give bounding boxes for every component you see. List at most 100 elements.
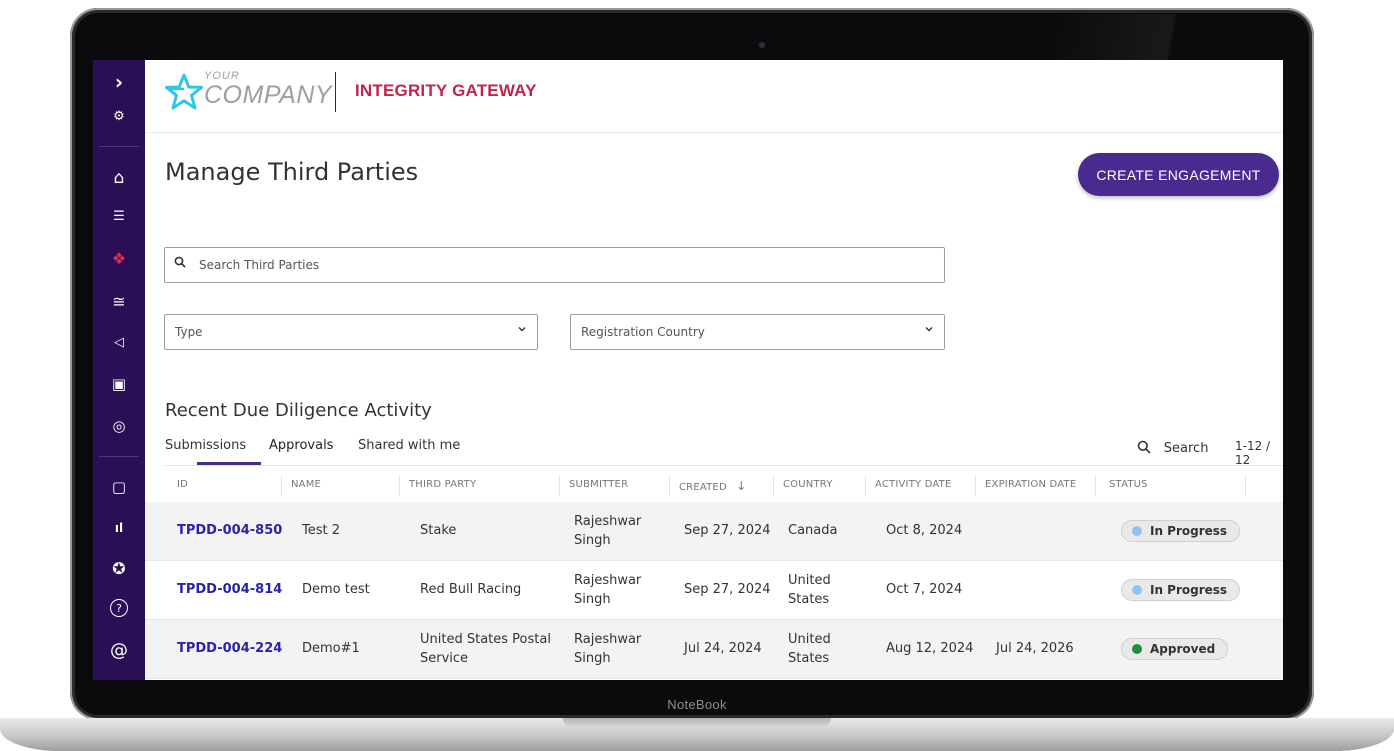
third-party-line-1: United States Postal — [420, 632, 551, 647]
row-created: Sep 27, 2024 — [684, 523, 771, 538]
column-submitter[interactable]: SUBMITTER — [569, 479, 628, 490]
top-bar: YOUR COMPANY INTEGRITY GATEWAY — [145, 60, 1283, 133]
home-icon[interactable]: ⌂ — [93, 164, 145, 192]
submitter-last: Singh — [574, 533, 611, 548]
submitter-first: Rajeshwar — [574, 514, 642, 529]
table-search-button[interactable]: Search — [1137, 438, 1208, 456]
registration-country-select[interactable]: Registration Country — [570, 314, 945, 350]
at-sign-icon[interactable]: @ — [93, 636, 145, 664]
country-line-1: United — [788, 632, 831, 647]
status-label: In Progress — [1150, 583, 1228, 597]
star-logo-icon — [165, 73, 203, 110]
row-activity-date: Oct 8, 2024 — [886, 523, 963, 538]
column-status[interactable]: STATUS — [1109, 479, 1148, 490]
row-id-link[interactable]: TPDD-004-850 — [177, 521, 282, 540]
logo-large-text: COMPANY — [204, 81, 333, 109]
user-settings-icon[interactable]: ⚙ — [93, 102, 145, 130]
checklist-icon[interactable]: ☰ — [93, 202, 145, 230]
search-third-parties-input[interactable]: Search Third Parties — [164, 247, 945, 283]
search-icon — [174, 256, 186, 272]
row-created: Sep 27, 2024 — [684, 582, 771, 597]
row-submitter: Rajeshwar Singh — [574, 571, 641, 609]
help-icon[interactable]: ? — [93, 594, 145, 622]
country-line-1: United — [788, 573, 831, 588]
row-submitter: Rajeshwar Singh — [574, 630, 641, 668]
row-expiration-date: Jul 24, 2026 — [996, 641, 1074, 656]
row-country: Canada — [788, 523, 838, 538]
column-divider — [559, 476, 560, 496]
row-name: Demo#1 — [302, 641, 360, 656]
column-created-label: CREATED — [679, 482, 727, 493]
create-engagement-button[interactable]: CREATE ENGAGEMENT — [1078, 153, 1279, 196]
row-id-link[interactable]: TPDD-004-814 — [177, 580, 282, 599]
product-name: INTEGRITY GATEWAY — [355, 81, 537, 100]
submitter-last: Singh — [574, 651, 611, 666]
tab-shared-with-me[interactable]: Shared with me — [358, 438, 460, 453]
column-divider — [1095, 476, 1096, 496]
bar-chart-icon[interactable]: ıl — [93, 514, 145, 542]
pagination-range: 1-12 / 12 — [1235, 439, 1271, 467]
row-activity-date: Aug 12, 2024 — [886, 641, 974, 656]
app-screen: › ⚙ ⌂ ☰ ❖ ≅ ◁ ▣ ◎ ▢ ıl ✪ ? @ YOUR COMPAN… — [93, 60, 1283, 680]
type-select-label: Type — [175, 325, 203, 339]
globe-search-icon[interactable]: ◎ — [93, 412, 145, 440]
status-label: In Progress — [1150, 524, 1228, 538]
column-divider — [975, 476, 976, 496]
table-search-label: Search — [1163, 441, 1209, 456]
row-country: United States — [788, 571, 831, 609]
laptop-base — [0, 718, 1394, 751]
laptop-brand-label: NoteBook — [667, 697, 727, 712]
column-name[interactable]: NAME — [291, 479, 321, 490]
money-icon[interactable]: ▣ — [93, 370, 145, 398]
expand-sidebar-icon[interactable]: › — [93, 68, 145, 96]
search-icon — [1137, 438, 1156, 456]
shield-star-icon[interactable]: ✪ — [93, 554, 145, 582]
status-dot — [1132, 644, 1142, 654]
column-expiration-date[interactable]: EXPIRATION DATE — [985, 479, 1076, 490]
column-created[interactable]: CREATED ↓ — [679, 479, 747, 493]
page-title: Manage Third Parties — [165, 158, 419, 186]
tab-submissions[interactable]: Submissions — [165, 438, 246, 453]
column-divider — [865, 476, 866, 496]
submitter-last: Singh — [574, 592, 611, 607]
table-row[interactable]: TPDD-004-850 Test 2 Stake Rajeshwar Sing… — [145, 502, 1283, 561]
table-row[interactable]: TPDD-004-224 Demo#1 United States Postal… — [145, 620, 1283, 679]
submitter-first: Rajeshwar — [574, 573, 642, 588]
megaphone-icon[interactable]: ◁ — [93, 328, 145, 356]
document-check-icon[interactable]: ▢ — [93, 473, 145, 501]
row-third-party: Red Bull Racing — [420, 582, 522, 597]
status-badge: Approved — [1121, 638, 1229, 660]
column-divider — [773, 476, 774, 496]
tab-approvals[interactable]: Approvals — [269, 438, 333, 453]
sidebar-divider — [99, 146, 139, 147]
sidebar: › ⚙ ⌂ ☰ ❖ ≅ ◁ ▣ ◎ ▢ ıl ✪ ? @ — [93, 60, 145, 680]
row-id-link[interactable]: TPDD-004-224 — [177, 639, 282, 658]
recent-activity-title: Recent Due Diligence Activity — [165, 400, 432, 421]
tabs-divider — [165, 465, 1283, 466]
logo-divider — [335, 72, 336, 112]
row-submitter: Rajeshwar Singh — [574, 512, 641, 550]
submitter-first: Rajeshwar — [574, 632, 642, 647]
table-header: ID NAME THIRD PARTY SUBMITTER CREATED ↓ … — [165, 470, 1283, 502]
webcam — [759, 42, 765, 48]
type-select[interactable]: Type — [164, 314, 538, 350]
column-divider — [669, 476, 670, 496]
status-label: Approved — [1150, 642, 1216, 656]
column-divider — [281, 476, 282, 496]
row-name: Demo test — [302, 582, 370, 597]
country-line-2: States — [788, 592, 830, 607]
row-third-party: United States Postal Service — [420, 630, 551, 668]
column-country[interactable]: COUNTRY — [783, 479, 833, 490]
column-third-party[interactable]: THIRD PARTY — [409, 479, 476, 490]
status-badge: In Progress — [1121, 579, 1241, 601]
sort-descending-icon: ↓ — [736, 479, 747, 493]
table-row[interactable]: TPDD-004-814 Demo test Red Bull Racing R… — [145, 561, 1283, 620]
column-id[interactable]: ID — [177, 479, 188, 490]
layers-icon[interactable]: ≅ — [93, 287, 145, 315]
column-activity-date[interactable]: ACTIVITY DATE — [875, 479, 952, 490]
company-logo: YOUR COMPANY — [204, 70, 332, 108]
handshake-icon[interactable]: ❖ — [93, 244, 145, 272]
row-third-party: Stake — [420, 523, 457, 538]
column-divider — [399, 476, 400, 496]
row-activity-date: Oct 7, 2024 — [886, 582, 963, 597]
